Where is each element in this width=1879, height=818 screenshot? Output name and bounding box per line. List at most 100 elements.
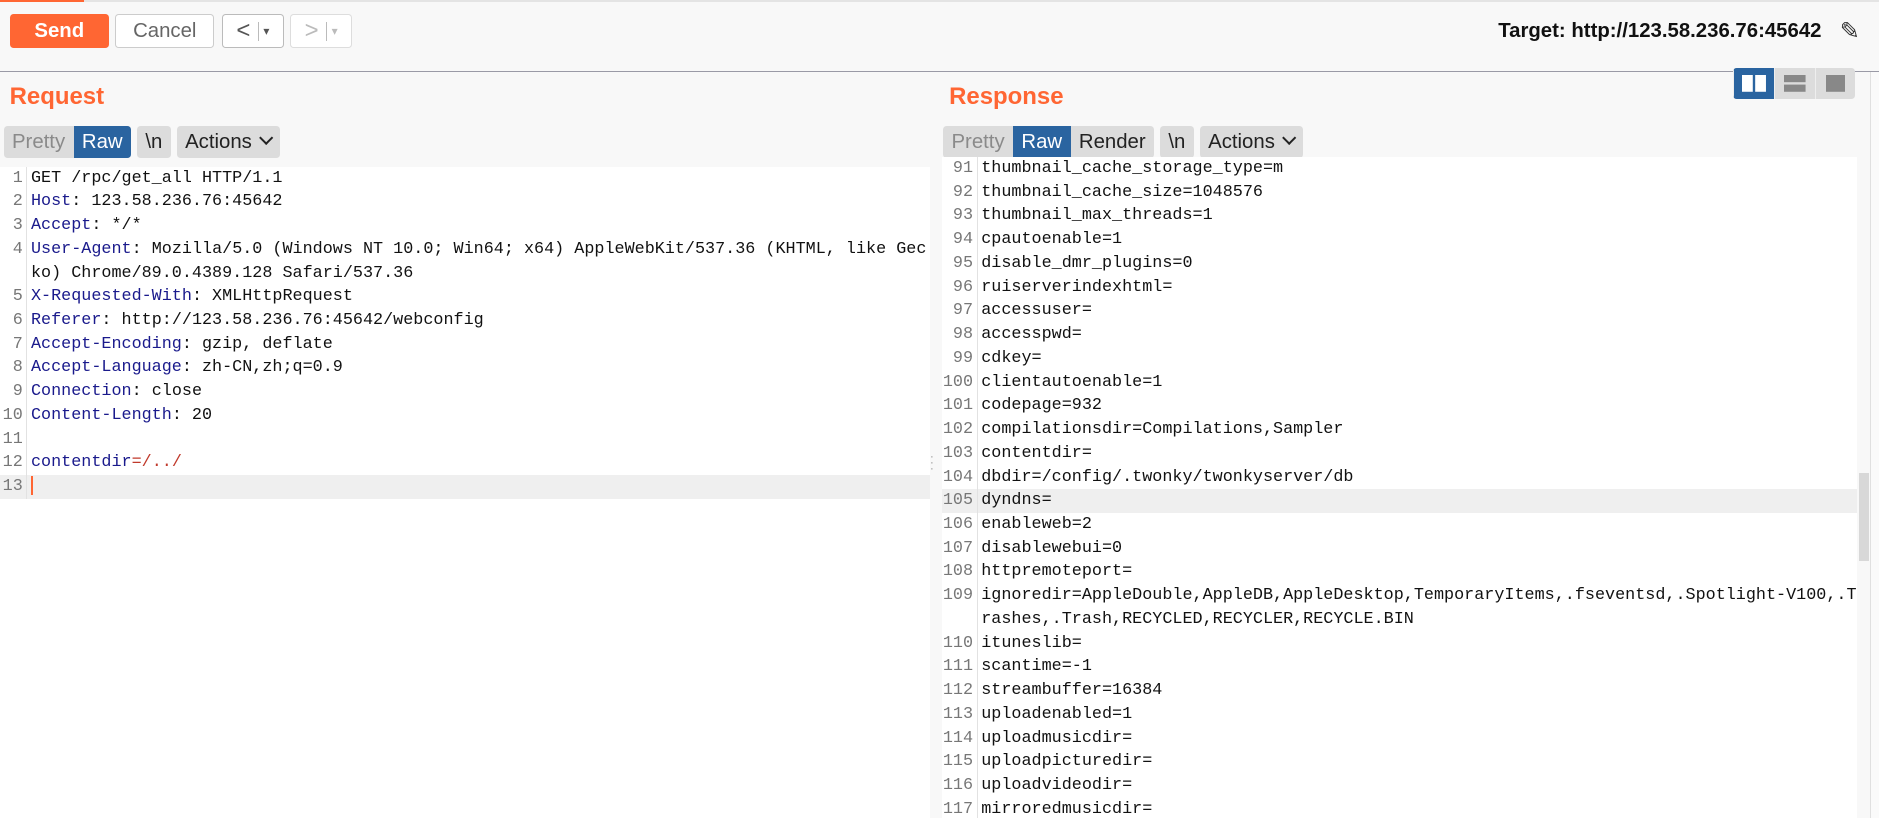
line-number: 112 xyxy=(942,679,978,703)
editor-line: 103 contentdir= xyxy=(942,441,1858,466)
edit-target-icon[interactable]: ✎ xyxy=(1840,17,1860,46)
header-name: X-Requested-With xyxy=(30,287,192,307)
splitter-handle[interactable]: · · · xyxy=(930,450,934,474)
tab-pretty[interactable]: Pretty xyxy=(943,126,1013,158)
header-value: GET /rpc/get_all HTTP/1.1 xyxy=(30,168,283,188)
editor-line: 99 cdkey= xyxy=(942,346,1858,371)
line-content: accessuser= xyxy=(981,301,1092,321)
line-number: 113 xyxy=(942,702,978,727)
line-number: 9 xyxy=(0,380,28,404)
line-content: uploadenabled=1 xyxy=(981,704,1133,724)
header-value: : zh-CN,zh;q=0.9 xyxy=(181,358,343,378)
cancel-button[interactable]: Cancel xyxy=(115,14,215,48)
editor-line: 109 ignoredir=AppleDouble,AppleDB,AppleDe… xyxy=(942,584,1858,632)
line-number: 12 xyxy=(0,451,28,476)
line-number: 11 xyxy=(0,427,28,452)
line-content: thumbnail_max_threads=1 xyxy=(981,206,1213,226)
editor-line: 98 accesspwd= xyxy=(942,323,1858,347)
line-number: 117 xyxy=(942,797,978,818)
line-content: clientautoenable=1 xyxy=(981,372,1163,392)
line-number: 106 xyxy=(942,512,978,537)
response-scrollbar[interactable] xyxy=(1858,473,1870,561)
editor-line: 112 streambuffer=16384 xyxy=(942,679,1858,703)
editor-line: 116 uploadvideodir= xyxy=(942,774,1858,798)
line-number: 92 xyxy=(942,180,978,205)
line-content: contentdir= xyxy=(981,443,1092,463)
scroll-rail xyxy=(1869,71,1879,818)
line-number: 6 xyxy=(0,308,28,333)
back-button[interactable]: < ▾ xyxy=(221,14,284,48)
editor-line: 100 clientautoenable=1 xyxy=(942,370,1858,395)
line-number: 102 xyxy=(942,418,978,442)
line-number: 96 xyxy=(942,275,978,300)
header-name: Accept xyxy=(30,216,92,236)
line-content: Referer: http://123.58.236.76:45642/webc… xyxy=(27,309,484,333)
editor-line: 97 accessuser= xyxy=(942,299,1858,324)
line-content: ituneslib= xyxy=(981,633,1082,653)
line-number: 105 xyxy=(942,489,978,513)
tab-pretty[interactable]: Pretty xyxy=(4,126,74,158)
tab-raw[interactable]: Raw xyxy=(1013,125,1071,159)
line-content: User-Agent: Mozilla/5.0 (Windows NT 10.0… xyxy=(27,238,930,285)
line-number: 101 xyxy=(942,394,978,419)
header-value: : close xyxy=(131,382,203,402)
layout-tabs-button[interactable] xyxy=(1814,68,1856,100)
line-content: dbdir=/config/.twonky/twonkyserver/db xyxy=(981,467,1354,487)
line-number: 114 xyxy=(942,726,978,751)
response-editor[interactable]: 91 thumbnail_cache_storage_type=m 92 thumbn… xyxy=(941,156,1858,818)
back-icon: < xyxy=(236,17,251,45)
layout-stacked-button[interactable] xyxy=(1773,68,1815,100)
editor-line: 13 xyxy=(0,475,930,499)
header-value: : 123.58.236.76:45642 xyxy=(71,192,283,212)
line-number: 8 xyxy=(0,356,28,381)
newline-toggle[interactable]: \n xyxy=(1160,126,1194,158)
line-number: 116 xyxy=(942,774,978,798)
line-content: Accept-Encoding: gzip, deflate xyxy=(27,333,333,357)
line-content: httpremoteport= xyxy=(981,562,1133,582)
editor-line: 105 dyndns= xyxy=(941,489,1858,513)
editor-line: 94 cpautoenable=1 xyxy=(942,228,1858,252)
line-number: 7 xyxy=(0,332,28,357)
line-number: 13 xyxy=(0,475,28,499)
line-content: cpautoenable=1 xyxy=(981,230,1123,250)
target-label: Target: http://123.58.236.76:45642 xyxy=(1498,20,1822,43)
line-content xyxy=(27,475,33,499)
header-value: : Mozilla/5.0 (Windows NT 10.0; Win64; x… xyxy=(30,239,927,283)
request-editor[interactable]: 1 GET /rpc/get_all HTTP/1.1 2 Host: 123.58.… xyxy=(0,166,930,818)
layout-side-by-side-button[interactable] xyxy=(1733,68,1774,100)
param-name: contentdir xyxy=(30,453,132,473)
line-number: 98 xyxy=(942,323,978,347)
actions-menu[interactable]: Actions xyxy=(1200,126,1303,158)
line-content: codepage=932 xyxy=(981,396,1102,416)
line-content: Host: 123.58.236.76:45642 xyxy=(27,190,283,214)
line-content: ignoredir=AppleDouble,AppleDB,AppleDeskt… xyxy=(981,586,1857,629)
line-number: 109 xyxy=(942,584,978,632)
editor-line: 1 GET /rpc/get_all HTTP/1.1 xyxy=(0,166,930,191)
header-name: Content-Length xyxy=(30,405,172,425)
header-value: : 20 xyxy=(171,405,213,425)
actions-menu[interactable]: Actions xyxy=(177,126,280,158)
editor-line: 102 compilationsdir=Compilations,Sampler xyxy=(942,418,1858,442)
line-number: 107 xyxy=(942,536,978,561)
line-content: uploadvideodir= xyxy=(981,776,1133,796)
line-content: ruiserverindexhtml= xyxy=(981,277,1173,297)
forward-button[interactable]: > ▾ xyxy=(289,14,353,48)
newline-toggle[interactable]: \n xyxy=(137,126,171,158)
line-number: 104 xyxy=(942,465,978,490)
back-history-dropdown[interactable]: ▾ xyxy=(257,21,269,41)
tab-raw[interactable]: Raw xyxy=(73,125,132,159)
tab-render[interactable]: Render xyxy=(1071,126,1155,158)
header-name: Accept-Language xyxy=(30,358,182,378)
editor-line: 8 Accept-Language: zh-CN,zh;q=0.9 xyxy=(0,356,930,381)
line-number: 10 xyxy=(0,403,28,428)
line-content: GET /rpc/get_all HTTP/1.1 xyxy=(27,167,283,191)
editor-line: 92 thumbnail_cache_size=1048576 xyxy=(942,180,1858,205)
line-number: 97 xyxy=(942,299,978,324)
line-content: Accept-Language: zh-CN,zh;q=0.9 xyxy=(27,356,343,380)
editor-line: 106 enableweb=2 xyxy=(942,512,1858,537)
line-content: accesspwd= xyxy=(981,325,1082,345)
send-button[interactable]: Send xyxy=(9,14,110,48)
forward-history-dropdown[interactable]: ▾ xyxy=(325,21,338,41)
editor-line: 111 scantime=-1 xyxy=(942,655,1858,680)
response-tabs: Pretty Raw Render \n Actions xyxy=(943,125,1304,159)
